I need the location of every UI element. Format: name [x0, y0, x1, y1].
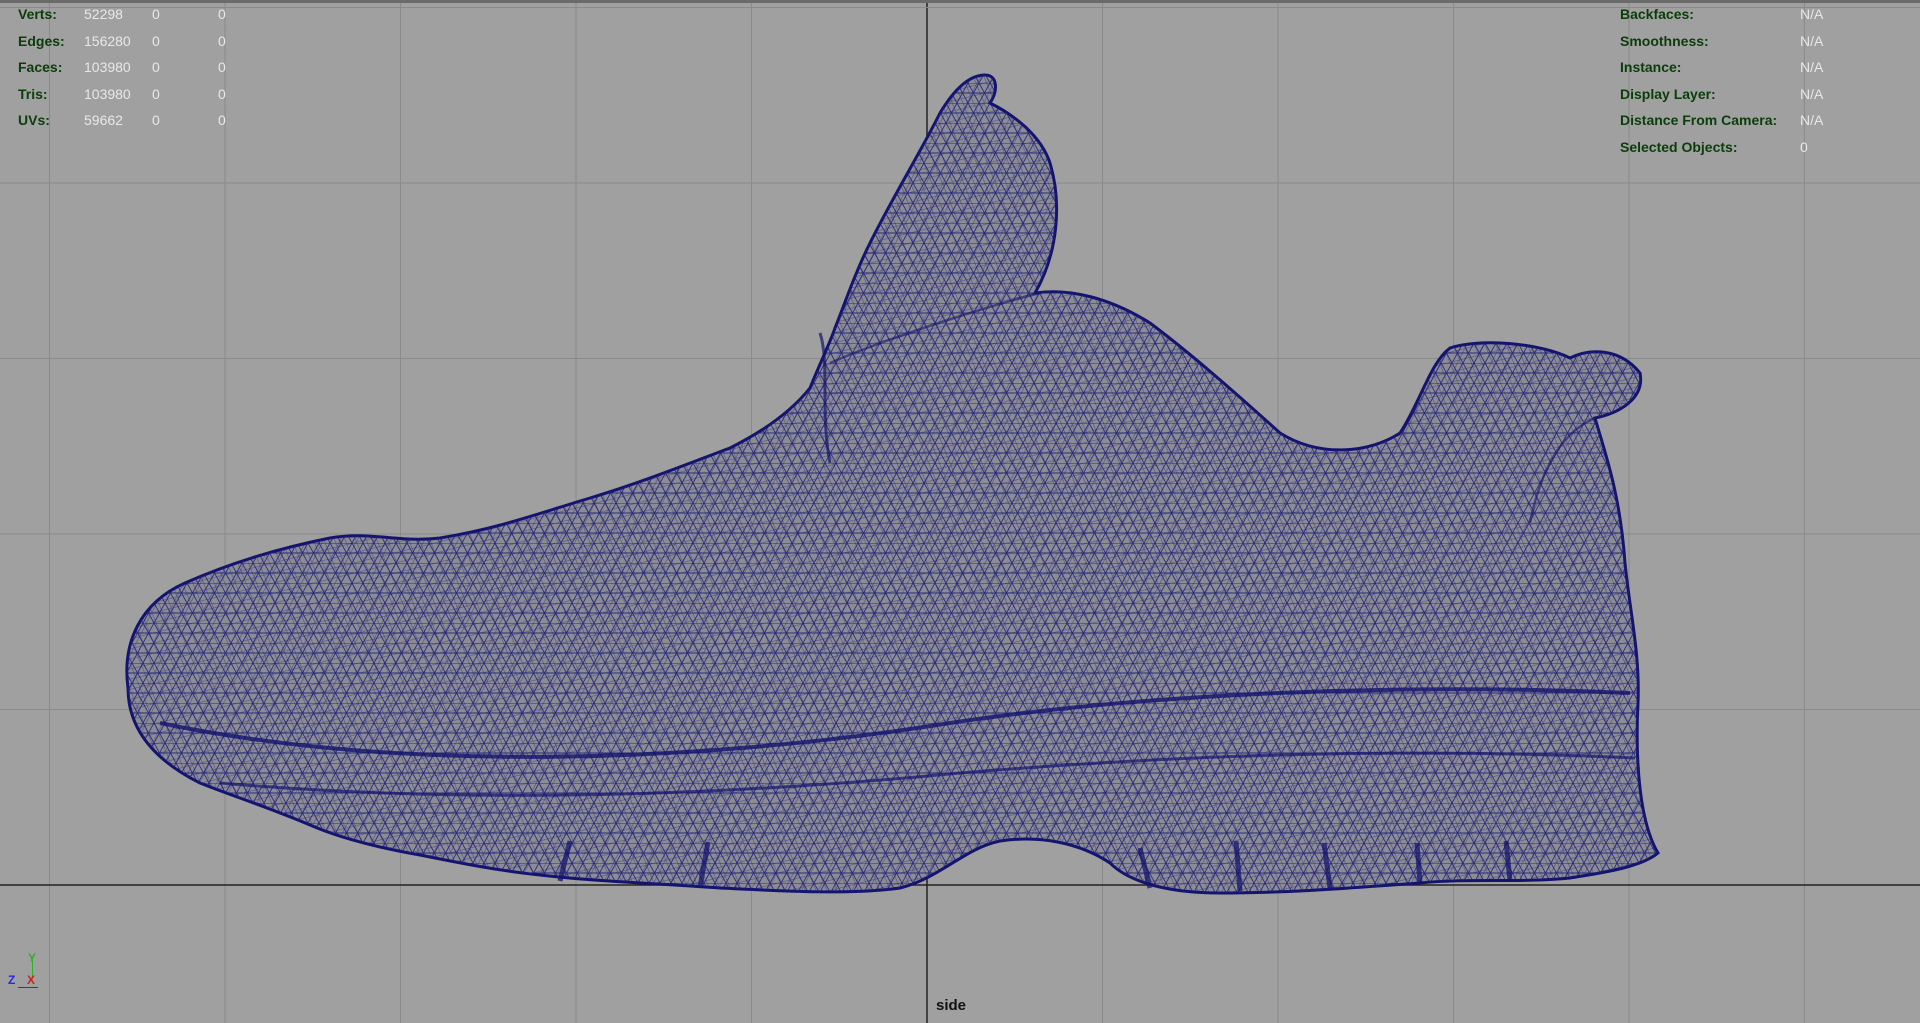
hud-stat-value: 0: [152, 112, 160, 128]
hud-stat-label: Verts:: [18, 6, 57, 22]
hud-detail-label: Instance:: [1620, 59, 1682, 75]
hud-stat-label: Faces:: [18, 59, 63, 75]
hud-stat-value: 0: [218, 32, 226, 49]
axis-z-line: [18, 987, 38, 988]
hud-detail-value: N/A: [1800, 85, 1824, 102]
hud-detail-value: 0: [1800, 138, 1808, 155]
axis-x-label: X: [27, 973, 36, 987]
axis-z-label: Z: [8, 973, 16, 987]
hud-detail-label: Display Layer:: [1620, 85, 1716, 102]
camera-name-label: side: [936, 997, 967, 1014]
hud-stat-value: 0: [152, 85, 160, 102]
hud-detail-value: N/A: [1800, 32, 1824, 49]
hud-stat-value: 0: [218, 112, 226, 128]
hud-stat-value: 0: [218, 6, 226, 22]
hud-stat-label: Tris:: [18, 85, 48, 102]
hud-stat-value: 103980: [84, 59, 131, 75]
hud-stat-value: 59662: [84, 112, 123, 128]
hud-stat-value: 156280: [84, 32, 131, 49]
3d-viewport-side[interactable]: Verts: 52298 0 0 Edges: 156280 0 0 Faces: 103980 0…: [0, 0, 1920, 1023]
shoe-body[interactable]: [125, 73, 1660, 895]
hud-detail-value: N/A: [1800, 112, 1824, 128]
axis-gizmo: Y Z X: [6, 951, 46, 991]
hud-stat-value: 0: [218, 59, 226, 75]
hud-detail-label: Smoothness:: [1620, 32, 1709, 49]
hud-stat-label: Edges:: [18, 32, 65, 49]
hud-stat-value: 0: [152, 59, 160, 75]
axis-y-label: Y: [28, 951, 37, 965]
hud-stat-label: UVs:: [18, 112, 50, 128]
hud-detail-label: Backfaces:: [1620, 6, 1694, 22]
hud-stat-value: 52298: [84, 6, 123, 22]
hud-detail-label: Distance From Camera:: [1620, 112, 1778, 128]
hud-detail-label: Selected Objects:: [1620, 138, 1738, 155]
hud-detail-value: N/A: [1800, 59, 1824, 75]
hud-stat-value: 0: [218, 85, 226, 102]
hud-stat-value: 0: [152, 6, 160, 22]
hud-detail-value: N/A: [1800, 6, 1824, 22]
hud-stat-value: 103980: [84, 85, 131, 102]
hud-stat-value: 0: [152, 32, 160, 49]
